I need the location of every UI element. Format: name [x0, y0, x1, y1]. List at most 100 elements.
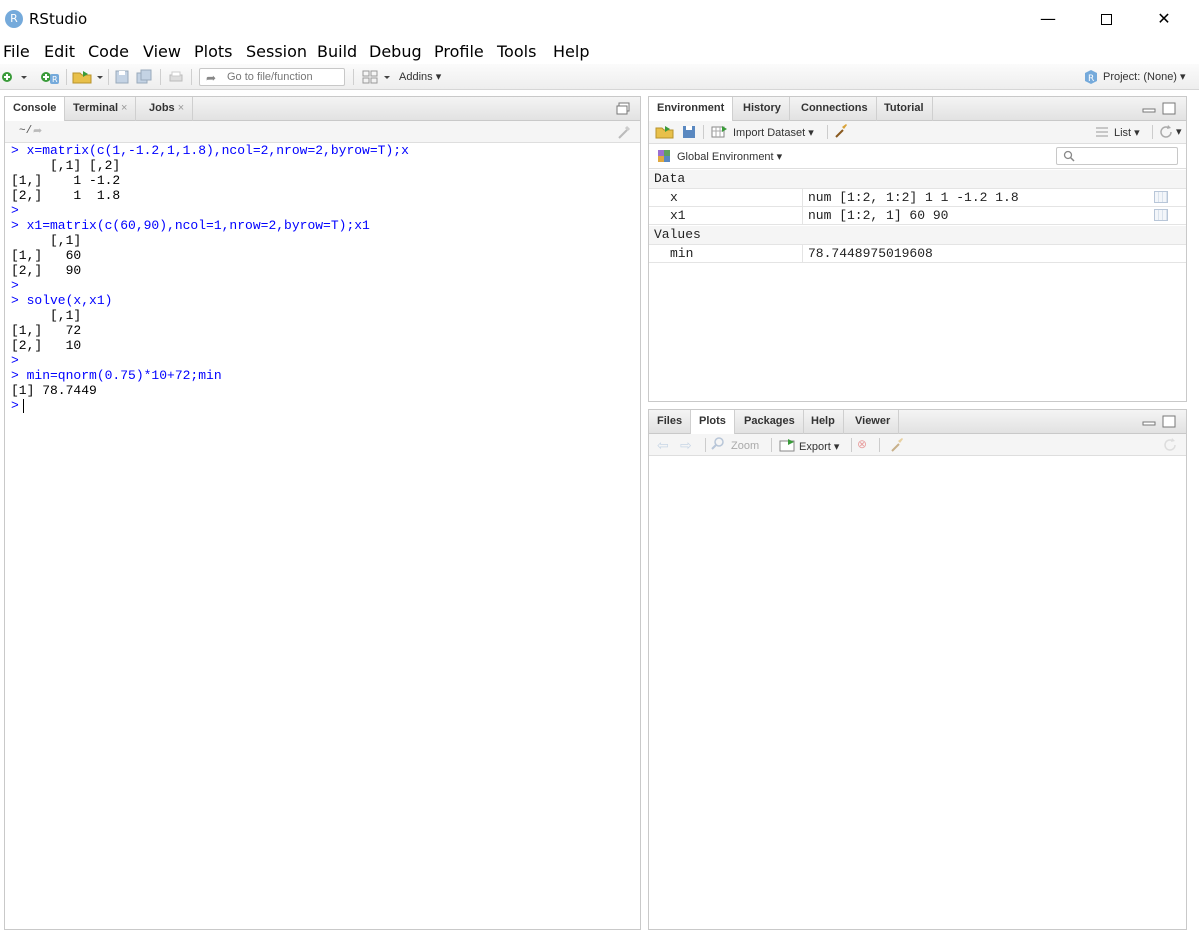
chevron-down-icon[interactable]: [382, 69, 392, 85]
working-directory[interactable]: ~/: [19, 125, 32, 137]
clear-console-icon[interactable]: [616, 124, 632, 140]
new-project-icon[interactable]: R: [40, 69, 60, 85]
menu-profile[interactable]: Profile: [434, 42, 484, 61]
menu-code[interactable]: Code: [88, 42, 129, 61]
list-label: List: [1114, 127, 1132, 139]
remove-plot-icon[interactable]: ⊗: [857, 437, 867, 451]
menu-help[interactable]: Help: [553, 42, 589, 61]
save-all-icon[interactable]: [136, 69, 152, 85]
save-workspace-icon[interactable]: [682, 125, 696, 139]
close-button[interactable]: ✕: [1135, 0, 1193, 38]
close-tab-icon[interactable]: ×: [178, 102, 184, 114]
console-prompt-line[interactable]: >: [11, 398, 640, 413]
tab-terminal[interactable]: Terminal ×: [65, 97, 137, 121]
import-dataset-button[interactable]: Import Dataset ▾: [733, 126, 814, 139]
env-row-x[interactable]: x num [1:2, 1:2] 1 1 -1.2 1.8: [649, 189, 1186, 207]
menu-session[interactable]: Session: [246, 42, 307, 61]
console-prompt: >: [11, 398, 19, 413]
search-icon: [1063, 150, 1075, 162]
environment-scope-select[interactable]: Global Environment ▾: [677, 150, 782, 163]
env-row-x1[interactable]: x1 num [1:2, 1] 60 90: [649, 207, 1186, 225]
go-to-dir-icon[interactable]: ➦: [33, 124, 42, 137]
refresh-icon[interactable]: [1162, 437, 1178, 453]
tab-packages[interactable]: Packages: [736, 410, 804, 434]
console-output[interactable]: > x=matrix(c(1,-1.2,1,1.8),ncol=2,nrow=2…: [11, 143, 640, 413]
menu-bar: File Edit Code View Plots Session Build …: [0, 40, 1199, 62]
menu-tools[interactable]: Tools: [497, 42, 536, 61]
tab-label: Help: [811, 415, 835, 427]
tab-environment[interactable]: Environment: [649, 97, 734, 122]
console-command-line: >: [11, 278, 27, 293]
refresh-icon[interactable]: [1158, 124, 1174, 140]
tab-connections[interactable]: Connections: [793, 97, 877, 121]
tab-jobs[interactable]: Jobs ×: [141, 97, 194, 121]
tab-label: Console: [13, 102, 57, 114]
menu-file[interactable]: File: [3, 42, 30, 61]
zoom-button[interactable]: Zoom: [731, 440, 759, 452]
menu-debug[interactable]: Debug: [369, 42, 422, 61]
plots-toolbar: ⇦ ⇨ Zoom Export ▾ ⊗: [649, 434, 1186, 456]
open-folder-icon[interactable]: [72, 69, 94, 85]
goto-placeholder: Go to file/function: [227, 71, 313, 83]
tab-tutorial[interactable]: Tutorial: [876, 97, 933, 121]
environment-pane: Environment History Connections Tutorial…: [648, 96, 1187, 402]
console-command-line: >: [11, 203, 27, 218]
maximize-button[interactable]: [1077, 0, 1135, 38]
view-data-icon[interactable]: [1154, 191, 1168, 203]
list-view-icon: [1096, 127, 1108, 137]
restore-pane-icon[interactable]: [616, 102, 630, 115]
addins-menu[interactable]: Addins ▾: [399, 70, 441, 83]
minimize-pane-icon[interactable]: [1142, 106, 1156, 114]
chevron-down-icon[interactable]: ▾: [1176, 125, 1182, 138]
new-file-icon[interactable]: [1, 69, 17, 85]
toolbar-divider: [108, 69, 109, 85]
broom-icon[interactable]: [833, 123, 849, 139]
menu-view[interactable]: View: [143, 42, 181, 61]
broom-icon[interactable]: [889, 437, 905, 453]
maximize-pane-icon[interactable]: [1162, 102, 1176, 115]
goto-file-input[interactable]: ➦ Go to file/function: [199, 68, 345, 86]
chevron-down-icon[interactable]: [95, 69, 105, 85]
maximize-icon: [1100, 14, 1112, 25]
toolbar-divider: [191, 69, 192, 85]
view-mode-select[interactable]: List ▾: [1114, 126, 1140, 139]
project-menu[interactable]: Project: (None) ▾: [1103, 70, 1186, 83]
save-icon[interactable]: [114, 69, 130, 85]
view-data-icon[interactable]: [1154, 209, 1168, 221]
maximize-pane-icon[interactable]: [1162, 415, 1176, 428]
tab-history[interactable]: History: [735, 97, 790, 121]
section-heading-data: Data: [649, 170, 1186, 189]
environment-search-input[interactable]: [1056, 147, 1178, 165]
scope-label: Global Environment: [677, 151, 774, 163]
previous-plot-icon[interactable]: ⇦: [657, 437, 669, 454]
load-workspace-icon[interactable]: [655, 124, 675, 140]
tab-files[interactable]: Files: [649, 410, 692, 434]
tab-console[interactable]: Console: [5, 97, 66, 122]
variable-name: x: [670, 190, 678, 205]
menu-plots[interactable]: Plots: [194, 42, 233, 61]
print-icon[interactable]: [168, 69, 184, 85]
column-divider: [802, 207, 803, 225]
tab-label: Connections: [801, 102, 868, 114]
title-bar: R RStudio — ✕: [0, 0, 1199, 38]
tab-label: Viewer: [855, 415, 891, 427]
tab-viewer[interactable]: Viewer: [847, 410, 900, 434]
close-tab-icon[interactable]: ×: [121, 102, 127, 114]
menu-build[interactable]: Build: [317, 42, 357, 61]
minimize-button[interactable]: —: [1019, 0, 1077, 38]
export-menu[interactable]: Export ▾: [799, 440, 839, 453]
plots-tabbar: Files Plots Packages Help Viewer: [649, 410, 1186, 435]
environment-scope-bar: Global Environment ▾: [649, 144, 1186, 169]
minimize-pane-icon[interactable]: [1142, 419, 1156, 427]
tab-help[interactable]: Help: [803, 410, 844, 434]
menu-edit[interactable]: Edit: [44, 42, 75, 61]
tab-plots[interactable]: Plots: [691, 410, 735, 435]
env-row-min[interactable]: min 78.7448975019608: [649, 245, 1186, 263]
section-heading-values: Values: [649, 226, 1186, 245]
chevron-down-icon[interactable]: [19, 69, 29, 85]
toolbar-divider: [705, 438, 706, 452]
next-plot-icon[interactable]: ⇨: [680, 437, 692, 454]
toolbar-divider: [827, 125, 828, 139]
pane-layout-icon[interactable]: [362, 69, 378, 85]
toolbar-divider: [879, 438, 880, 452]
